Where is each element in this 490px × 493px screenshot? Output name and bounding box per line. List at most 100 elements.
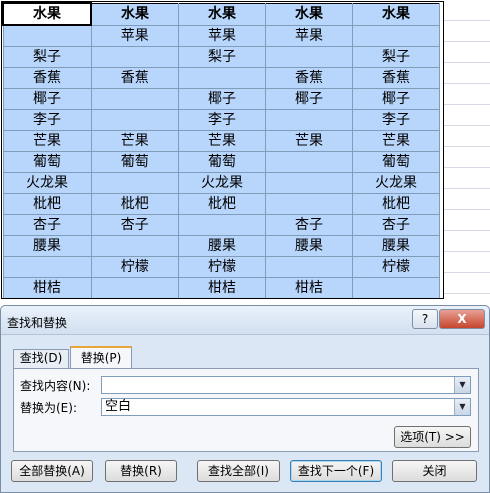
table-cell[interactable] [2,256,92,278]
tab-find[interactable]: 查找(D) [13,349,69,368]
table-cell[interactable]: 梨子 [178,46,266,68]
table-cell[interactable]: 柠檬 [90,256,179,278]
table-cell[interactable]: 枇杷 [2,193,92,215]
find-input[interactable]: ▼ [101,376,471,394]
find-all-button[interactable]: 查找全部(I) [197,460,280,482]
table-cell[interactable] [90,46,179,68]
table-cell[interactable]: 葡萄 [352,151,440,173]
table-cell[interactable] [90,235,179,257]
table-cell[interactable]: 李子 [2,109,92,131]
table-cell[interactable] [265,109,353,131]
table-cell[interactable]: 葡萄 [90,151,179,173]
table-cell[interactable] [265,256,353,278]
table-cell[interactable]: 枇杷 [90,193,179,215]
table-cell[interactable] [90,88,179,110]
table-cell[interactable]: 柠檬 [178,256,266,278]
header-cell[interactable]: 水果 [352,2,440,26]
table-cell[interactable]: 杏子 [2,214,92,236]
replace-label: 替换为(E): [20,401,77,415]
table-cell[interactable]: 枇杷 [352,193,440,215]
table-cell[interactable]: 腰果 [178,235,266,257]
table-row: 梨子 梨子 梨子 [2,46,440,68]
table-row: 腰果 腰果 腰果 腰果 [2,235,440,257]
table-cell[interactable]: 苹果 [178,24,266,47]
tab-replace[interactable]: 替换(P) [70,346,132,368]
table-cell[interactable]: 柠檬 [352,256,440,278]
table-cell[interactable]: 柑桔 [265,277,353,299]
table-cell[interactable] [352,277,440,299]
table-cell[interactable]: 李子 [178,109,266,131]
header-cell[interactable]: 水果 [265,2,353,26]
replace-input-value: 空白 [105,399,132,414]
table-cell[interactable]: 柑桔 [2,277,92,299]
table-cell[interactable]: 香蕉 [352,67,440,89]
table-cell[interactable]: 腰果 [265,235,353,257]
close-button[interactable]: 关闭 [392,460,477,482]
close-window-button[interactable]: X [439,309,485,329]
table-cell[interactable]: 芒果 [2,130,92,152]
options-button[interactable]: 选项(T) >> [394,426,471,448]
table-cell[interactable]: 芒果 [265,130,353,152]
table-cell[interactable]: 椰子 [2,88,92,110]
table-cell[interactable]: 枇杷 [178,193,266,215]
table-cell[interactable]: 椰子 [265,88,353,110]
table-cell[interactable] [2,24,92,47]
table-cell[interactable] [90,277,179,299]
find-next-button[interactable]: 查找下一个(F) [290,460,382,482]
replace-all-button[interactable]: 全部替换(A) [11,460,93,482]
table-cell[interactable]: 梨子 [352,46,440,68]
table-cell[interactable] [90,109,179,131]
dialog-title: 查找和替换 [7,316,68,330]
table-cell[interactable]: 杏子 [265,214,353,236]
table-cell[interactable] [265,172,353,194]
empty-grid [444,0,490,300]
replace-button[interactable]: 替换(R) [105,460,177,482]
replace-input[interactable]: 空白 ▼ [101,398,471,416]
help-button[interactable]: ? [412,309,438,329]
table-cell[interactable]: 火龙果 [2,172,92,194]
table-cell[interactable]: 火龙果 [352,172,440,194]
find-label: 查找内容(N): [20,379,91,393]
table-cell[interactable] [352,24,440,47]
table-row: 芒果 芒果 芒果 芒果 芒果 [2,130,440,152]
spreadsheet: 水果 水果 水果 水果 水果 苹果 苹果 苹果 梨子 梨子 梨子 香蕉 香蕉 香蕉 香蕉 椰子 椰子 椰子 椰子 李子… [0,0,490,300]
table-cell[interactable]: 李子 [352,109,440,131]
table-cell[interactable]: 苹果 [90,24,179,47]
table-cell[interactable]: 香蕉 [90,67,179,89]
table-cell[interactable]: 葡萄 [2,151,92,173]
table-cell[interactable]: 芒果 [178,130,266,152]
table-cell[interactable]: 杏子 [352,214,440,236]
table-row: 枇杷 枇杷 枇杷 枇杷 [2,193,440,215]
table-cell[interactable] [265,151,353,173]
table-cell[interactable] [265,193,353,215]
table-cell[interactable]: 腰果 [352,235,440,257]
table-cell[interactable]: 香蕉 [2,67,92,89]
table-cell[interactable]: 杏子 [90,214,179,236]
table-row: 柠檬 柠檬 柠檬 [2,256,440,278]
header-cell[interactable]: 水果 [2,2,92,26]
table-cell[interactable] [178,67,266,89]
table-cell[interactable]: 葡萄 [178,151,266,173]
chevron-down-icon[interactable]: ▼ [454,399,470,415]
find-replace-dialog: 查找和替换 ? X 查找(D) 替换(P) 查找内容(N): ▼ 替换为(E):… [0,305,490,493]
table-cell[interactable]: 椰子 [352,88,440,110]
table-cell[interactable]: 柑桔 [178,277,266,299]
table-cell[interactable]: 火龙果 [178,172,266,194]
table-cell[interactable]: 梨子 [2,46,92,68]
table-cell[interactable] [265,46,353,68]
table-row: 柑桔 柑桔 柑桔 [2,277,440,299]
table-cell[interactable] [90,172,179,194]
table-cell[interactable]: 香蕉 [265,67,353,89]
table-cell[interactable]: 椰子 [178,88,266,110]
header-cell[interactable]: 水果 [90,2,179,26]
chevron-down-icon[interactable]: ▼ [454,377,470,393]
table-row: 火龙果 火龙果 火龙果 [2,172,440,194]
table-cell[interactable] [178,214,266,236]
table-cell[interactable]: 芒果 [90,130,179,152]
table-cell[interactable]: 苹果 [265,24,353,47]
header-cell[interactable]: 水果 [178,2,266,26]
replace-panel: 查找内容(N): ▼ 替换为(E): 空白 ▼ 选项(T) >> [13,368,479,452]
table-cell[interactable]: 芒果 [352,130,440,152]
table-row: 李子 李子 李子 [2,109,440,131]
table-cell[interactable]: 腰果 [2,235,92,257]
